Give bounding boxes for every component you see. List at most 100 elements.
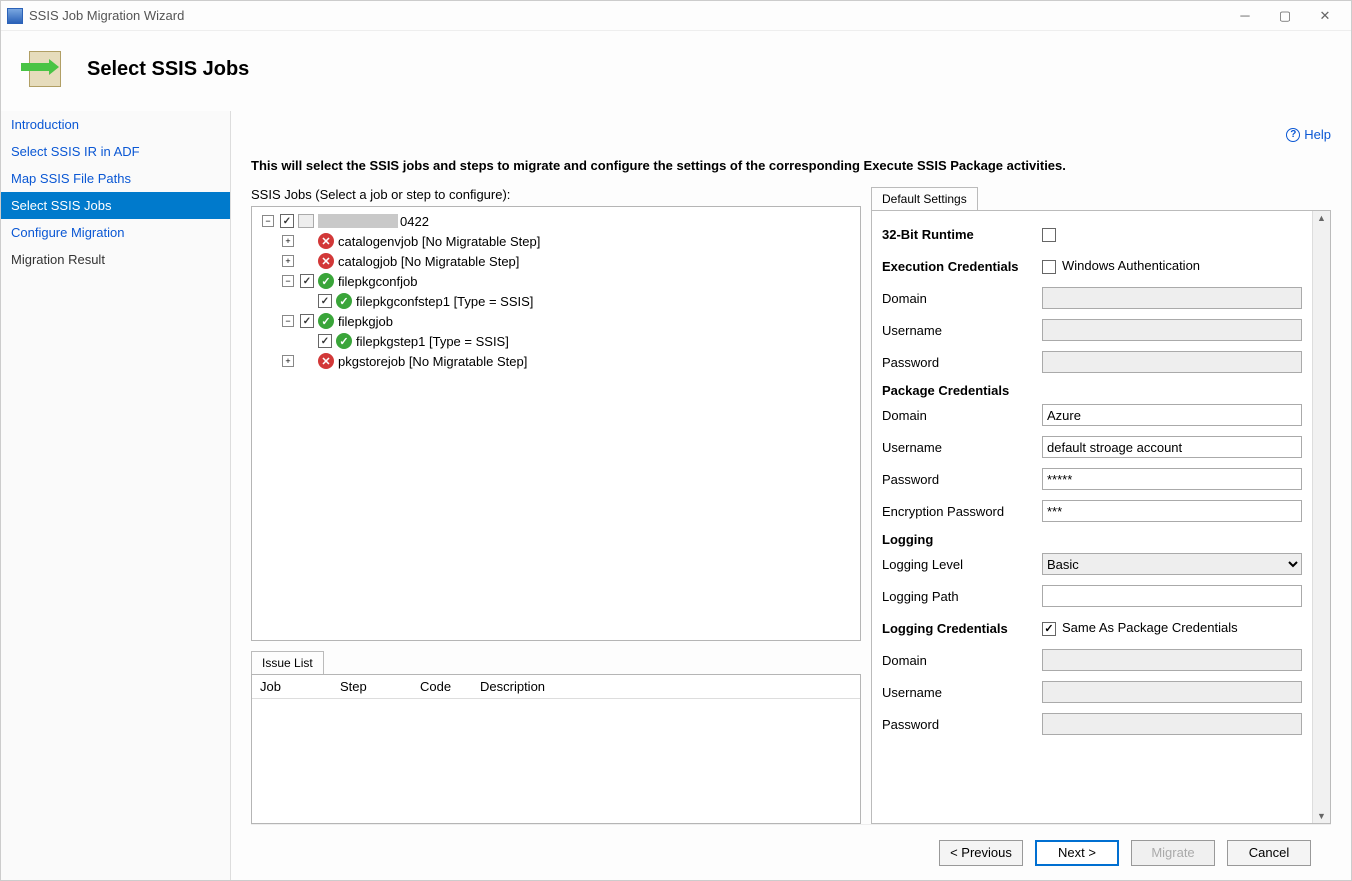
select-logging-level[interactable]: Basic xyxy=(1042,553,1302,575)
wizard-window: SSIS Job Migration Wizard ─ ▢ ✕ Select S… xyxy=(0,0,1352,881)
header-package-credentials: Package Credentials xyxy=(882,383,1302,398)
tree-checkbox[interactable] xyxy=(318,294,332,308)
migrate-button: Migrate xyxy=(1131,840,1215,866)
expander-icon[interactable]: + xyxy=(282,355,294,367)
tree-checkbox[interactable] xyxy=(280,214,294,228)
tree-label: pkgstorejob [No Migratable Step] xyxy=(338,354,527,369)
input-pkg-username[interactable] xyxy=(1042,436,1302,458)
wizard-footer: < Previous Next > Migrate Cancel xyxy=(251,824,1331,880)
tree-label: filepkgconfstep1 [Type = SSIS] xyxy=(356,294,533,309)
settings-scrollbar[interactable]: ▲ ▼ xyxy=(1312,211,1330,823)
sidebar-item-introduction[interactable]: Introduction xyxy=(1,111,230,138)
help-icon: ? xyxy=(1286,128,1300,142)
input-exec-password xyxy=(1042,351,1302,373)
expander-icon[interactable]: + xyxy=(282,235,294,247)
checkbox-32bit-runtime[interactable] xyxy=(1042,228,1056,242)
checkbox-same-as-package[interactable] xyxy=(1042,622,1056,636)
input-pkg-password[interactable] xyxy=(1042,468,1302,490)
checkbox-windows-auth[interactable] xyxy=(1042,260,1056,274)
sidebar-item-configure-migration[interactable]: Configure Migration xyxy=(1,219,230,246)
tree-checkbox[interactable] xyxy=(300,274,314,288)
tab-default-settings[interactable]: Default Settings xyxy=(871,187,978,210)
label-exec-password: Password xyxy=(882,355,1042,370)
error-icon xyxy=(318,253,334,269)
tree-checkbox[interactable] xyxy=(300,314,314,328)
label-logging-credentials: Logging Credentials xyxy=(882,621,1042,636)
input-log-username xyxy=(1042,681,1302,703)
tab-issue-list[interactable]: Issue List xyxy=(251,651,324,674)
input-exec-domain xyxy=(1042,287,1302,309)
left-column: SSIS Jobs (Select a job or step to confi… xyxy=(251,187,861,824)
sidebar-item-migration-result[interactable]: Migration Result xyxy=(1,246,230,273)
jobs-tree[interactable]: − 0422 + catalogenvjob [No Migratable St… xyxy=(251,206,861,641)
label-pkg-password: Password xyxy=(882,472,1042,487)
label-pkg-domain: Domain xyxy=(882,408,1042,423)
scroll-up-icon[interactable]: ▲ xyxy=(1315,211,1328,225)
error-icon xyxy=(318,353,334,369)
col-job[interactable]: Job xyxy=(252,675,332,698)
tree-node-catalogjob[interactable]: + catalogjob [No Migratable Step] xyxy=(252,251,860,271)
maximize-button[interactable]: ▢ xyxy=(1265,4,1305,28)
page-title: Select SSIS Jobs xyxy=(87,58,249,81)
label-32bit-runtime: 32-Bit Runtime xyxy=(882,227,1042,242)
cancel-button[interactable]: Cancel xyxy=(1227,840,1311,866)
col-code[interactable]: Code xyxy=(412,675,472,698)
expander-icon[interactable]: + xyxy=(282,255,294,267)
tree-node-filepkgjob[interactable]: − filepkgjob xyxy=(252,311,860,331)
input-exec-username xyxy=(1042,319,1302,341)
scroll-down-icon[interactable]: ▼ xyxy=(1315,809,1328,823)
ok-icon xyxy=(318,313,334,329)
tree-caption: SSIS Jobs (Select a job or step to confi… xyxy=(251,187,861,202)
app-icon xyxy=(7,8,23,24)
input-encryption-password[interactable] xyxy=(1042,500,1302,522)
tree-label: 0422 xyxy=(400,214,429,229)
input-log-domain xyxy=(1042,649,1302,671)
tree-label: filepkgconfjob xyxy=(338,274,418,289)
tree-node-catalogenvjob[interactable]: + catalogenvjob [No Migratable Step] xyxy=(252,231,860,251)
label-execution-credentials: Execution Credentials xyxy=(882,259,1042,274)
expander-icon[interactable]: − xyxy=(262,215,274,227)
label-log-username: Username xyxy=(882,685,1042,700)
header-logging: Logging xyxy=(882,532,1302,547)
page-header: Select SSIS Jobs xyxy=(1,31,1351,111)
settings-scroll[interactable]: 32-Bit Runtime Execution Credentials Win… xyxy=(872,211,1312,823)
window-title: SSIS Job Migration Wizard xyxy=(29,8,1225,23)
tree-node-pkgstorejob[interactable]: + pkgstorejob [No Migratable Step] xyxy=(252,351,860,371)
server-icon xyxy=(298,214,314,228)
col-description[interactable]: Description xyxy=(472,675,860,698)
ok-icon xyxy=(336,333,352,349)
close-button[interactable]: ✕ xyxy=(1305,4,1345,28)
error-icon xyxy=(318,233,334,249)
main-panel: ? Help This will select the SSIS jobs an… xyxy=(231,111,1351,880)
server-name-masked xyxy=(318,214,398,228)
tree-node-filepkgstep1[interactable]: filepkgstep1 [Type = SSIS] xyxy=(252,331,860,351)
tree-label: filepkgstep1 [Type = SSIS] xyxy=(356,334,509,349)
expander-icon[interactable]: − xyxy=(282,275,294,287)
previous-button[interactable]: < Previous xyxy=(939,840,1023,866)
tree-label: catalogenvjob [No Migratable Step] xyxy=(338,234,540,249)
tree-label: catalogjob [No Migratable Step] xyxy=(338,254,519,269)
label-logging-path: Logging Path xyxy=(882,589,1042,604)
tree-node-filepkgconfstep1[interactable]: filepkgconfstep1 [Type = SSIS] xyxy=(252,291,860,311)
issue-header: Job Step Code Description xyxy=(252,675,860,699)
sidebar-item-map-paths[interactable]: Map SSIS File Paths xyxy=(1,165,230,192)
input-logging-path[interactable] xyxy=(1042,585,1302,607)
help-link[interactable]: ? Help xyxy=(1286,127,1331,142)
tree-checkbox[interactable] xyxy=(318,334,332,348)
input-pkg-domain[interactable] xyxy=(1042,404,1302,426)
label-log-domain: Domain xyxy=(882,653,1042,668)
col-step[interactable]: Step xyxy=(332,675,412,698)
label-exec-username: Username xyxy=(882,323,1042,338)
sidebar-item-select-ir[interactable]: Select SSIS IR in ADF xyxy=(1,138,230,165)
help-row: ? Help xyxy=(251,127,1331,142)
minimize-button[interactable]: ─ xyxy=(1225,4,1265,28)
tree-root[interactable]: − 0422 xyxy=(252,211,860,231)
expander-icon[interactable]: − xyxy=(282,315,294,327)
label-log-password: Password xyxy=(882,717,1042,732)
sidebar-item-select-jobs[interactable]: Select SSIS Jobs xyxy=(1,192,230,219)
next-button[interactable]: Next > xyxy=(1035,840,1119,866)
tree-node-filepkgconfjob[interactable]: − filepkgconfjob xyxy=(252,271,860,291)
input-log-password xyxy=(1042,713,1302,735)
settings-tabstrip: Default Settings xyxy=(871,187,1331,210)
label-logging-level: Logging Level xyxy=(882,557,1042,572)
